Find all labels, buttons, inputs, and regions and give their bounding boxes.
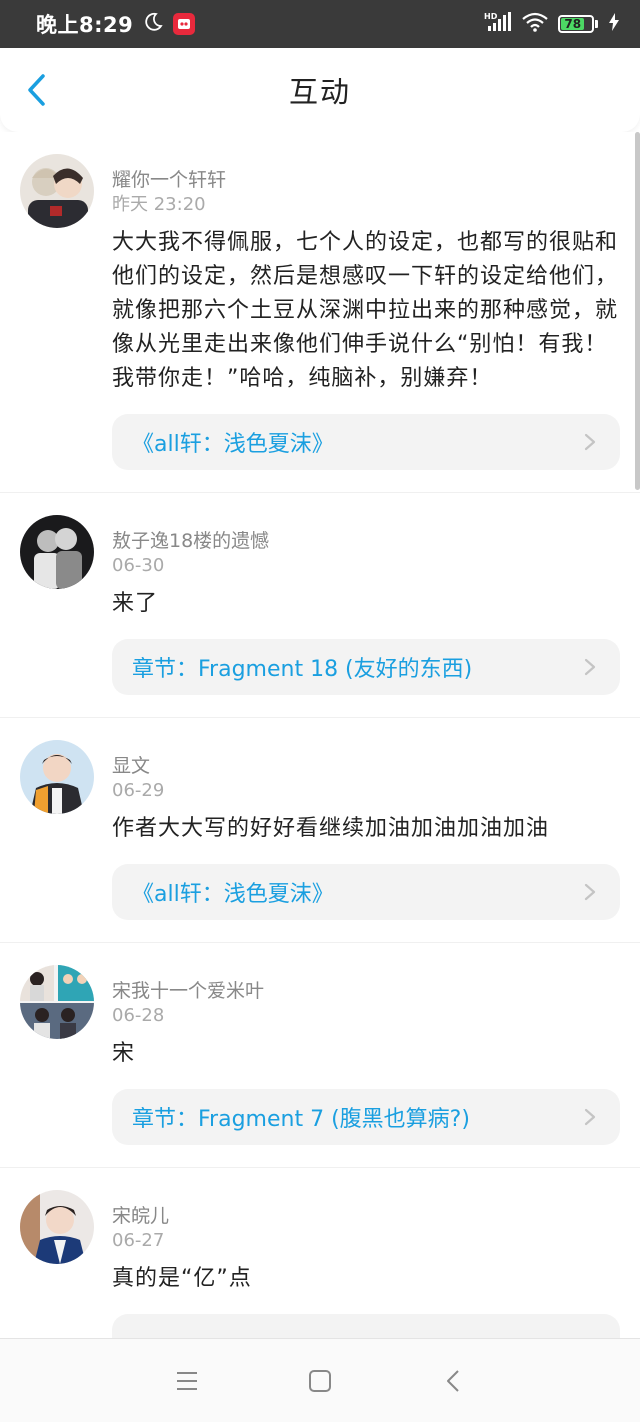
reference-card[interactable] [112, 1314, 620, 1338]
reference-text: 《all轩：浅色夏沫》 [132, 432, 334, 457]
reference-text: 《all轩：浅色夏沫》 [132, 882, 334, 907]
avatar[interactable] [20, 740, 94, 814]
chevron-right-icon [584, 658, 596, 676]
avatar[interactable] [20, 515, 94, 589]
chevron-right-icon [584, 433, 596, 451]
moon-icon [143, 12, 163, 36]
comment-item: 宋我十一个爱米叶 06-28 宋 章节：Fragment 7 (腹黑也算病?) [0, 943, 640, 1168]
comment-username[interactable]: 宋皖儿 [112, 1204, 620, 1228]
reference-card[interactable]: 《all轩：浅色夏沫》 [112, 864, 620, 920]
comment-content: 宋 [112, 1041, 136, 1066]
comment-username[interactable]: 耀你一个轩轩 [112, 168, 620, 192]
comment-username[interactable]: 敖子逸18楼的遗憾 [112, 529, 620, 553]
comment-content: 大大我不得佩服，七个人的设定，也都写的很贴和他们的设定，然后是想感叹一下轩的设定… [112, 230, 619, 391]
status-right: HD 78 [484, 11, 620, 37]
wifi-icon [522, 12, 548, 36]
comment-body: 宋皖儿 06-27 真的是“亿”点 [112, 1204, 620, 1338]
home-icon [308, 1369, 331, 1392]
avatar[interactable] [20, 965, 94, 1039]
reference-card[interactable]: 章节：Fragment 7 (腹黑也算病?) [112, 1089, 620, 1145]
status-bar: 晚上8:29 HD 78 [0, 0, 640, 48]
comment-item: 耀你一个轩轩 昨天 23:20 大大我不得佩服，七个人的设定，也都写的很贴和他们… [0, 132, 640, 493]
comment-list[interactable]: 耀你一个轩轩 昨天 23:20 大大我不得佩服，七个人的设定，也都写的很贴和他们… [0, 132, 640, 1338]
comment-content: 作者大大写的好好看继续加油加油加油加油 [112, 816, 550, 841]
battery-indicator: 78 [558, 15, 598, 33]
comment-body: 耀你一个轩轩 昨天 23:20 大大我不得佩服，七个人的设定，也都写的很贴和他们… [112, 168, 620, 470]
reference-card[interactable]: 《all轩：浅色夏沫》 [112, 414, 620, 470]
status-time: 晚上8:29 [36, 13, 134, 37]
chevron-right-icon [584, 883, 596, 901]
comment-content: 真的是“亿”点 [112, 1266, 252, 1291]
comment-username[interactable]: 显文 [112, 754, 620, 778]
comment-item: 敖子逸18楼的遗憾 06-30 来了 章节：Fragment 18 (友好的东西… [0, 493, 640, 718]
comment-timestamp: 06-30 [112, 555, 165, 576]
home-button[interactable] [298, 1359, 342, 1403]
page-title: 互动 [288, 75, 351, 109]
back-triangle-icon [447, 1369, 460, 1392]
system-nav-bar [0, 1338, 640, 1422]
chevron-left-icon [28, 74, 45, 106]
network-label: HD [484, 12, 498, 21]
comment-timestamp: 昨天 23:20 [112, 194, 206, 215]
menu-button[interactable] [165, 1359, 209, 1403]
comment-body: 显文 06-29 作者大大写的好好看继续加油加油加油加油 《all轩：浅色夏沫》 [112, 754, 620, 920]
battery-body: 78 [558, 15, 594, 33]
menu-icon [176, 1371, 197, 1390]
app-notification-icon [173, 13, 196, 35]
reference-text: 章节：Fragment 18 (友好的东西) [132, 657, 473, 682]
avatar[interactable] [20, 1190, 94, 1264]
comment-content: 来了 [112, 591, 159, 616]
reference-card[interactable]: 章节：Fragment 18 (友好的东西) [112, 639, 620, 695]
battery-fill: 78 [561, 17, 585, 31]
battery-level: 78 [564, 17, 582, 31]
comment-timestamp: 06-27 [112, 1230, 165, 1251]
comment-item: 显文 06-29 作者大大写的好好看继续加油加油加油加油 《all轩：浅色夏沫》 [0, 718, 640, 943]
comment-timestamp: 06-29 [112, 780, 165, 801]
comment-username[interactable]: 宋我十一个爱米叶 [112, 979, 620, 1003]
cellular-signal-icon: HD [484, 11, 512, 37]
reference-text: 章节：Fragment 7 (腹黑也算病?) [132, 1107, 470, 1132]
status-left: 晚上8:29 [36, 9, 196, 39]
comment-body: 宋我十一个爱米叶 06-28 宋 章节：Fragment 7 (腹黑也算病?) [112, 979, 620, 1145]
chevron-right-icon [584, 1108, 596, 1126]
comment-body: 敖子逸18楼的遗憾 06-30 来了 章节：Fragment 18 (友好的东西… [112, 529, 620, 695]
comment-item: 宋皖儿 06-27 真的是“亿”点 [0, 1168, 640, 1338]
back-nav-button[interactable] [431, 1359, 475, 1403]
avatar[interactable] [20, 154, 94, 228]
comment-timestamp: 06-28 [112, 1005, 165, 1026]
page-header: 互动 [0, 48, 640, 132]
battery-tip [595, 20, 598, 28]
back-button[interactable] [16, 70, 56, 110]
charging-bolt-icon [608, 13, 620, 35]
scrollbar[interactable] [635, 132, 640, 490]
